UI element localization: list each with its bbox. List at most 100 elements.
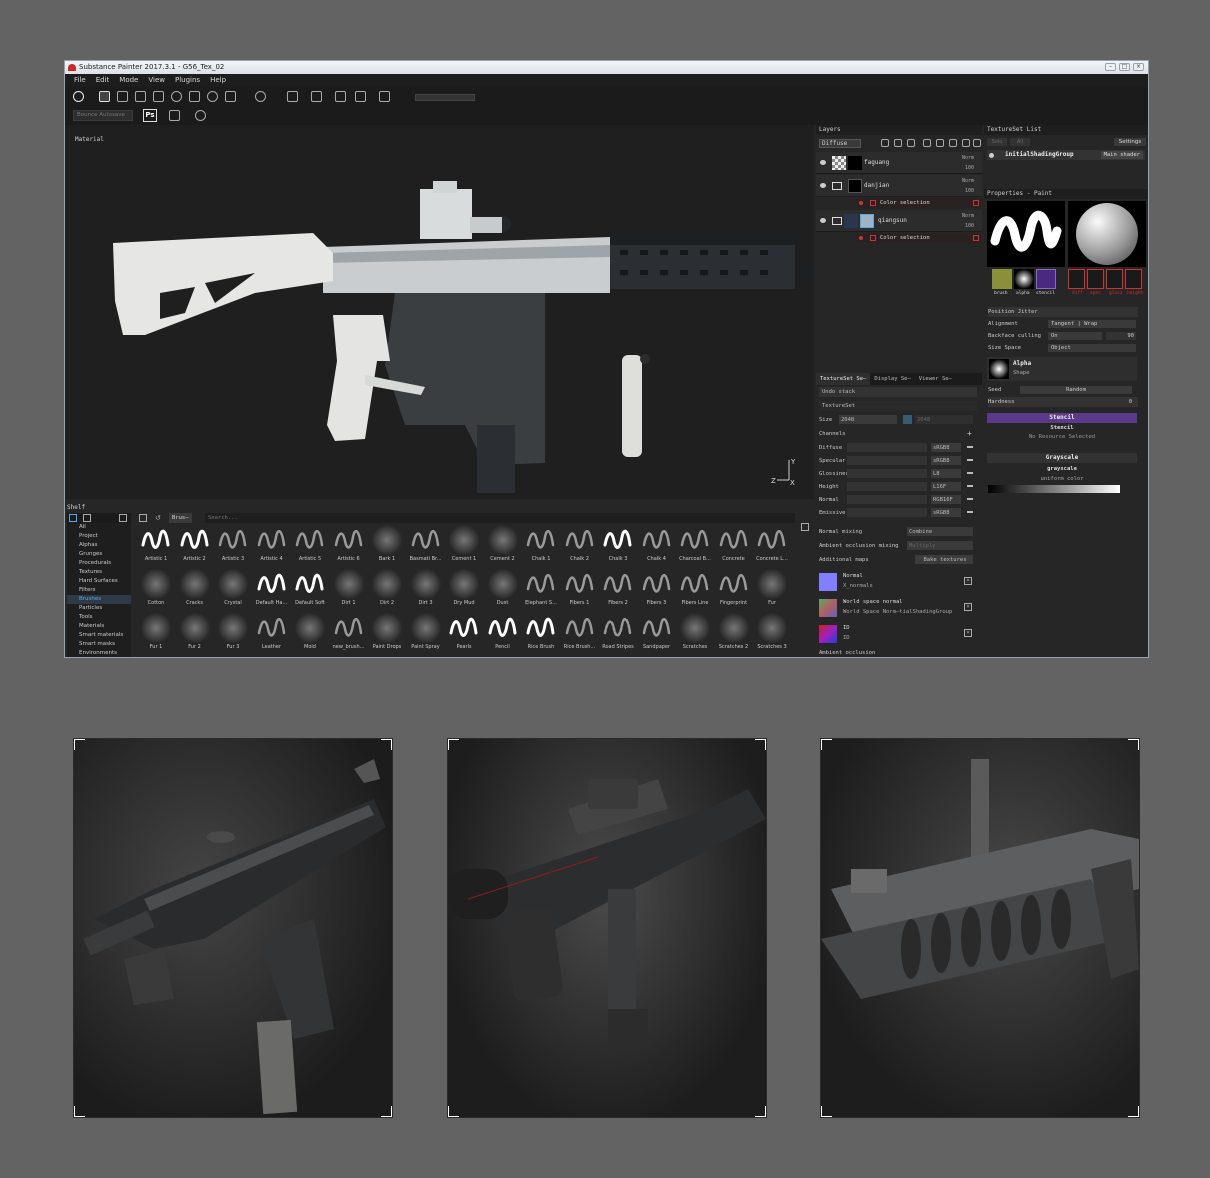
brush-item[interactable]: Charcoal B... xyxy=(676,523,714,567)
brush-item[interactable]: Chalk 4 xyxy=(638,523,676,567)
shelf-category-item[interactable]: Hard Surfaces xyxy=(67,577,131,586)
alignment-dropdown[interactable]: Tangent | Wrap xyxy=(1048,320,1136,328)
checkbox-icon[interactable] xyxy=(870,200,876,206)
substance-logo-icon[interactable] xyxy=(73,91,84,102)
brush-item[interactable]: Fur 2 xyxy=(176,611,214,655)
brush-item[interactable]: Mold xyxy=(291,611,329,655)
add-effect-icon[interactable] xyxy=(923,139,931,147)
brush-item[interactable]: Bark 1 xyxy=(368,523,406,567)
brush-item[interactable]: Fibers 2 xyxy=(599,567,637,611)
remove-effect-icon[interactable] xyxy=(973,235,979,241)
visibility-icon[interactable] xyxy=(820,183,826,188)
brush-item[interactable]: Crystal xyxy=(214,567,252,611)
add-layer-icon[interactable] xyxy=(881,139,889,147)
photoshop-export-icon[interactable]: Ps xyxy=(143,109,157,122)
hardness-row[interactable]: Hardness 0 xyxy=(988,397,1138,407)
brush-item[interactable]: Fibers Line xyxy=(676,567,714,611)
shelf-category-item[interactable]: Project xyxy=(67,532,131,541)
paint-brush-icon[interactable] xyxy=(99,91,110,102)
brush-thumb[interactable] xyxy=(992,269,1012,289)
export-icon[interactable] xyxy=(169,110,180,121)
remove-channel-icon[interactable] xyxy=(967,485,973,487)
alpha-thumb[interactable] xyxy=(1014,269,1034,289)
brush-item[interactable]: Dirt 1 xyxy=(330,567,368,611)
shelf-category-item[interactable]: Smart materials xyxy=(67,631,131,640)
brush-item[interactable]: Scratches 3 xyxy=(753,611,791,655)
visibility-icon[interactable] xyxy=(989,153,994,158)
gloss-channel-toggle[interactable] xyxy=(1106,269,1123,289)
brush-item[interactable]: Fingerprint xyxy=(715,567,753,611)
channel-format-dropdown[interactable]: sRGB8 xyxy=(931,443,961,452)
remove-map-icon[interactable]: × xyxy=(964,603,972,611)
projection-icon[interactable] xyxy=(135,91,146,102)
brush-item[interactable]: Default Ha... xyxy=(253,567,291,611)
remove-channel-icon[interactable] xyxy=(967,446,973,448)
shelf-category-item[interactable]: All xyxy=(67,523,131,532)
remove-channel-icon[interactable] xyxy=(967,511,973,513)
shelf-category-item[interactable]: Brushes xyxy=(67,595,131,604)
channel-format-dropdown[interactable]: L8 xyxy=(931,469,961,478)
close-button[interactable]: × xyxy=(1133,63,1144,71)
3d-viewport[interactable]: Material Y Z X xyxy=(65,125,814,499)
brush-item[interactable]: Scratches xyxy=(676,611,714,655)
grayscale-slider[interactable] xyxy=(988,485,1120,493)
brush-item[interactable]: Cotton xyxy=(137,567,175,611)
specular-channel-toggle[interactable] xyxy=(1087,269,1104,289)
shelf-category-item[interactable]: Grunges xyxy=(67,550,131,559)
backface-culling-toggle[interactable]: On xyxy=(1048,332,1102,340)
polygon-fill-icon[interactable] xyxy=(153,91,164,102)
filter-icon[interactable] xyxy=(139,514,147,522)
remove-effect-icon[interactable] xyxy=(973,200,979,206)
brush-item[interactable]: Artistic 6 xyxy=(330,523,368,567)
remove-channel-icon[interactable] xyxy=(967,472,973,474)
shelf-category-item[interactable]: Smart masks xyxy=(67,640,131,649)
filter-tag[interactable]: Brus— xyxy=(169,513,192,523)
brush-item[interactable]: Default Soft xyxy=(291,567,329,611)
brush-item[interactable]: Elephant S... xyxy=(522,567,560,611)
list-view-icon[interactable] xyxy=(83,514,91,522)
shelf-category-item[interactable]: Environments xyxy=(67,649,131,657)
reset-filter-icon[interactable]: ↺ xyxy=(155,514,163,522)
mirror-icon[interactable] xyxy=(287,91,298,102)
brush-item[interactable]: Dirt 3 xyxy=(407,567,445,611)
position-jitter-row[interactable]: Position Jitter xyxy=(988,307,1138,317)
symmetry-icon[interactable] xyxy=(255,91,266,102)
toolbar-slider[interactable] xyxy=(415,94,475,101)
alpha-shape-thumb[interactable] xyxy=(989,359,1009,379)
menu-file[interactable]: File xyxy=(69,74,91,87)
brush-item[interactable]: Leather xyxy=(253,611,291,655)
brush-item[interactable]: Fibers 3 xyxy=(638,567,676,611)
shelf-search-input[interactable] xyxy=(205,513,795,523)
brush-item[interactable]: Fur 1 xyxy=(137,611,175,655)
color-picker-icon[interactable] xyxy=(207,91,218,102)
remove-channel-icon[interactable] xyxy=(967,498,973,500)
shelf-view-toggle-icon[interactable] xyxy=(801,523,809,531)
checkbox-icon[interactable] xyxy=(870,235,876,241)
shelf-category-item[interactable]: Filters xyxy=(67,586,131,595)
backface-culling-angle[interactable]: 90 xyxy=(1106,332,1136,340)
add-folder-icon[interactable] xyxy=(936,139,944,147)
visibility-icon[interactable] xyxy=(820,160,826,165)
brush-item[interactable]: Artistic 3 xyxy=(214,523,252,567)
shelf-category-item[interactable]: Procedurals xyxy=(67,559,131,568)
textureset-item[interactable]: initialShadingGroup Main shader xyxy=(987,150,1145,160)
grid-view-icon[interactable] xyxy=(69,514,77,522)
stencil-thumb[interactable] xyxy=(1036,269,1056,289)
smudge-icon[interactable] xyxy=(171,91,182,102)
shelf-category-item[interactable]: Tools xyxy=(67,613,131,622)
ao-mixing-dropdown[interactable]: Multiply xyxy=(907,541,973,550)
brush-item[interactable]: Fur 3 xyxy=(214,611,252,655)
brush-item[interactable]: Concrete L... xyxy=(753,523,791,567)
clone-icon[interactable] xyxy=(189,91,200,102)
brush-item[interactable]: Artistic 4 xyxy=(253,523,291,567)
camera-2d-icon[interactable] xyxy=(311,91,322,102)
brush-item[interactable]: Paint Drops xyxy=(368,611,406,655)
menu-mode[interactable]: Mode xyxy=(114,74,143,87)
brush-item[interactable]: Pencil xyxy=(484,611,522,655)
height-channel-toggle[interactable] xyxy=(1125,269,1142,289)
brush-item[interactable]: Artistic 5 xyxy=(291,523,329,567)
solo-button[interactable]: Solo xyxy=(987,138,1007,146)
camera-icon[interactable] xyxy=(335,91,346,102)
cube-icon[interactable] xyxy=(355,91,366,102)
layer-row[interactable]: danjian Norm 100 xyxy=(816,175,982,197)
